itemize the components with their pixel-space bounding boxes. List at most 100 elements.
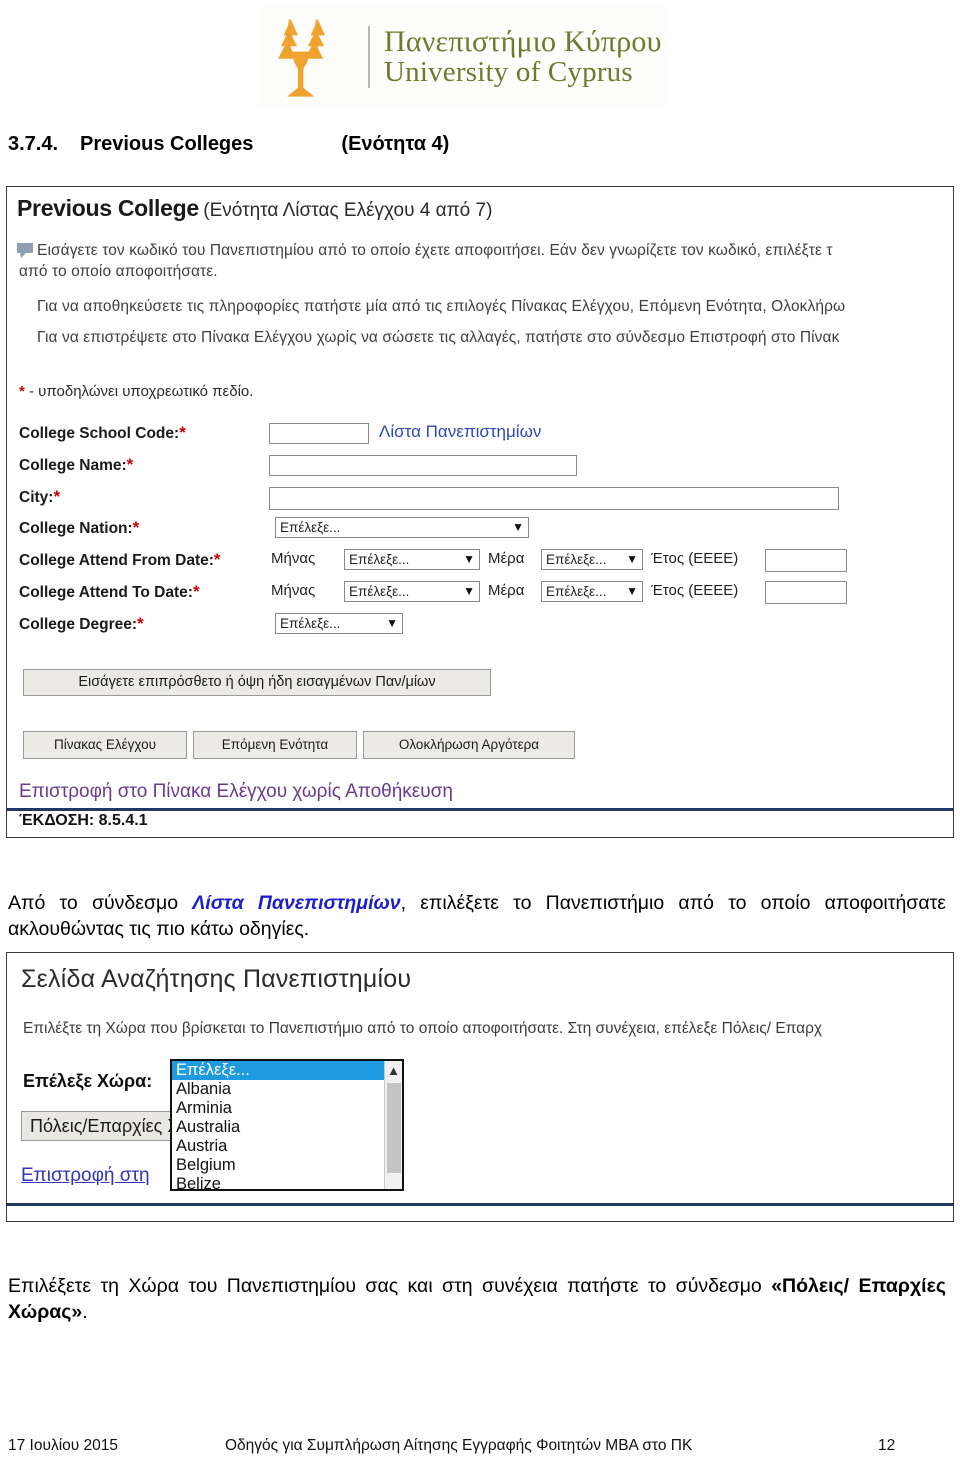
select-college-degree-value: Επέλεξε... <box>280 616 341 631</box>
label-from-day: Μέρα <box>488 550 525 567</box>
university-logo: Πανεπιστήμιο Κύπρου University of Cyprus <box>258 6 666 107</box>
search-page-title: Σελίδα Αναζήτησης Πανεπιστημίου <box>21 965 412 993</box>
university-search-screenshot: Σελίδα Αναζήτησης Πανεπιστημίου Επιλέξτε… <box>6 952 954 1222</box>
return-without-saving-link[interactable]: Επιστροφή στο Πίνακα Ελέγχου χωρίς Αποθή… <box>19 781 453 803</box>
label-select-country: Επέλεξε Χώρα: <box>23 1071 153 1091</box>
input-city[interactable] <box>269 487 839 510</box>
logo-greek-name: Πανεπιστήμιο Κύπρου <box>384 24 662 58</box>
chevron-down-icon: ▼ <box>626 552 638 566</box>
section-title: Previous Colleges <box>80 133 254 155</box>
field-row-college-name: College Name:* <box>19 455 133 479</box>
form-instruction-3: Για να επιστρέψετε στο Πίνακα Ελέγχου χω… <box>37 329 840 346</box>
add-additional-university-button[interactable]: Εισάγετε επιπρόσθετο ή όψη ήδη εισαγμένω… <box>23 669 491 696</box>
previous-college-form-screenshot: Previous College (Ενότητα Λίστας Ελέγχου… <box>6 186 954 838</box>
chevron-down-icon: ▼ <box>463 584 475 598</box>
ucy-tree-logo-icon <box>278 18 325 97</box>
form-title-bold: Previous College <box>17 195 199 221</box>
list-item[interactable]: Albania <box>172 1080 384 1099</box>
select-from-month-value: Επέλεξε... <box>349 552 410 567</box>
form-title: Previous College (Ενότητα Λίστας Ελέγχου… <box>17 195 492 222</box>
middle-paragraph-before: Από το σύνδεσμο <box>8 891 193 914</box>
select-college-nation[interactable]: Επέλεξε... ▼ <box>275 517 529 538</box>
field-row-attend-to-date: College Attend To Date:* <box>19 582 200 606</box>
footer-title: Οδηγός για Συμπλήρωση Αίτησης Εγγραφής Φ… <box>225 1437 693 1454</box>
search-page-instruction: Επιλέξτε τη Χώρα που βρίσκεται το Πανεπι… <box>23 1020 823 1037</box>
search-back-link[interactable]: Επιστροφή στη <box>21 1165 150 1187</box>
list-item[interactable]: Arminia <box>172 1099 384 1118</box>
list-item[interactable]: Επέλεξε... <box>172 1061 384 1080</box>
search-footer-rule <box>7 1203 953 1206</box>
logo-english-name: University of Cyprus <box>384 56 633 89</box>
label-to-day: Μέρα <box>488 582 525 599</box>
chevron-down-icon: ▼ <box>512 520 524 534</box>
list-item[interactable]: Belgium <box>172 1156 384 1175</box>
required-note-text: - υποδηλώνει υποχρεωτικό πεδίο. <box>29 383 254 400</box>
bottom-paragraph-before: Επιλέξετε τη Χώρα του Πανεπιστημίου σας … <box>8 1274 772 1297</box>
list-item[interactable]: Austria <box>172 1137 384 1156</box>
bottom-paragraph-after: . <box>82 1301 88 1324</box>
footer-page-number: 12 <box>878 1437 896 1454</box>
scrollbar-thumb[interactable] <box>387 1083 401 1173</box>
middle-paragraph-link: Λίστα Πανεπιστημίων <box>192 891 401 914</box>
select-to-day[interactable]: Επέλεξε... ▼ <box>541 581 643 602</box>
dashboard-button[interactable]: Πίνακας Ελέγχου <box>23 731 187 759</box>
label-college-school-code: College School Code:* <box>19 423 186 442</box>
page-footer: 17 Ιουλίου 2015 Οδηγός για Συμπλήρωση Αί… <box>0 1437 960 1463</box>
bottom-paragraph: Επιλέξετε τη Χώρα του Πανεπιστημίου σας … <box>8 1273 946 1327</box>
field-row-college-school-code: College School Code:* <box>19 423 186 447</box>
label-to-year: Έτος (ΕΕΕΕ) <box>651 582 739 599</box>
select-from-month[interactable]: Επέλεξε... ▼ <box>344 549 480 570</box>
form-title-rest: (Ενότητα Λίστας Ελέγχου 4 από 7) <box>203 200 493 221</box>
link-university-list[interactable]: Λίστα Πανεπιστημίων <box>379 422 541 442</box>
label-attend-to-date: College Attend To Date:* <box>19 582 200 601</box>
list-item[interactable]: Australia <box>172 1118 384 1137</box>
footer-date: 17 Ιουλίου 2015 <box>8 1437 119 1454</box>
list-item[interactable]: Belize <box>172 1175 384 1194</box>
required-field-note: * - υποδηλώνει υποχρεωτικό πεδίο. <box>19 383 253 400</box>
country-dropdown-list[interactable]: Επέλεξε... Albania Arminia Australia Aus… <box>172 1061 384 1193</box>
label-city: City:* <box>19 487 61 506</box>
input-college-school-code[interactable] <box>269 423 369 444</box>
label-from-month: Μήνας <box>271 550 316 567</box>
scroll-up-arrow-icon[interactable]: ▲ <box>385 1061 402 1081</box>
select-from-day[interactable]: Επέλεξε... ▼ <box>541 549 643 570</box>
label-attend-from-date: College Attend From Date:* <box>19 550 221 569</box>
field-row-college-nation: College Nation:* <box>19 518 139 542</box>
label-from-year: Έτος (ΕΕΕΕ) <box>651 550 739 567</box>
label-college-degree: College Degree:* <box>19 614 144 633</box>
complete-later-button[interactable]: Ολοκλήρωση Αργότερα <box>363 731 575 759</box>
select-college-degree[interactable]: Επέλεξε... ▼ <box>275 613 403 634</box>
middle-paragraph: Από το σύνδεσμο Λίστα Πανεπιστημίων, επι… <box>8 890 946 943</box>
chevron-down-icon: ▼ <box>463 552 475 566</box>
input-college-name[interactable] <box>269 455 577 476</box>
select-college-nation-value: Επέλεξε... <box>280 520 341 535</box>
label-college-nation: College Nation:* <box>19 518 140 537</box>
dropdown-scrollbar[interactable]: ▲ <box>384 1061 402 1189</box>
form-instruction-1b: από το οποίο αποφοιτήσατε. <box>19 263 218 280</box>
section-heading: 3.7.4. Previous Colleges (Ενότητα 4) <box>8 133 449 156</box>
next-section-button[interactable]: Επόμενη Ενότητα <box>193 731 357 759</box>
input-from-year[interactable] <box>765 549 847 572</box>
chevron-down-icon: ▼ <box>386 616 398 630</box>
input-to-year[interactable] <box>765 581 847 604</box>
label-college-name: College Name:* <box>19 455 134 474</box>
field-row-attend-from-date: College Attend From Date:* <box>19 550 221 574</box>
field-row-college-degree: College Degree:* <box>19 614 144 638</box>
info-balloon-icon <box>17 243 33 258</box>
footer-rule <box>7 808 953 811</box>
form-instruction-2: Για να αποθηκεύσετε τις πληροφορίες πατή… <box>37 298 846 315</box>
required-asterisk: * <box>19 383 25 400</box>
select-to-day-value: Επέλεξε... <box>546 584 607 599</box>
select-to-month-value: Επέλεξε... <box>349 584 410 599</box>
country-dropdown-open[interactable]: Επέλεξε... Albania Arminia Australia Aus… <box>170 1059 404 1193</box>
select-from-day-value: Επέλεξε... <box>546 552 607 567</box>
form-instruction-1a: Εισάγετε τον κωδικό του Πανεπιστημίου απ… <box>37 242 833 259</box>
section-number: 3.7.4. <box>8 133 59 155</box>
section-parenthetical: (Ενότητα 4) <box>341 133 450 155</box>
version-label: ΈΚΔΟΣΗ: 8.5.4.1 <box>19 812 148 829</box>
logo-divider <box>368 25 370 88</box>
field-row-city: City:* <box>19 487 60 511</box>
label-to-month: Μήνας <box>271 582 316 599</box>
chevron-down-icon: ▼ <box>626 584 638 598</box>
select-to-month[interactable]: Επέλεξε... ▼ <box>344 581 480 602</box>
